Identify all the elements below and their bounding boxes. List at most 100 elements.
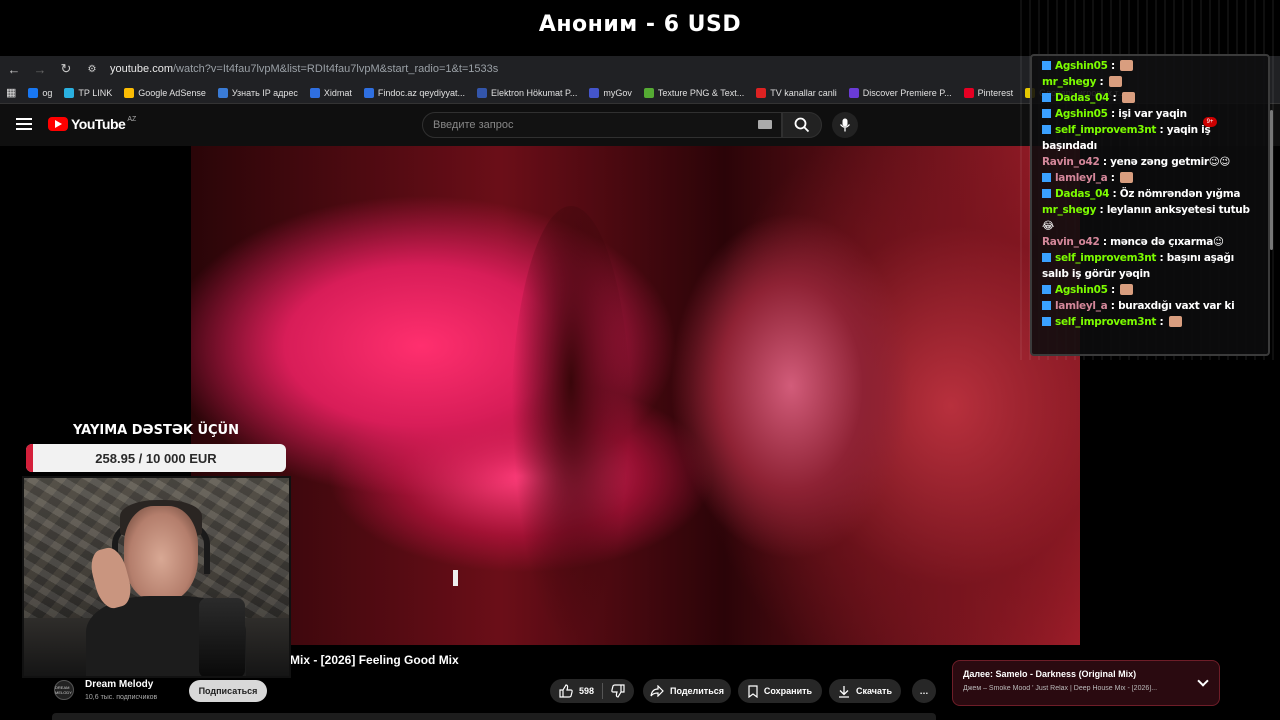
chat-scrollbar[interactable] — [1270, 110, 1273, 250]
chat-username[interactable]: lamleyl_a — [1055, 300, 1108, 312]
youtube-logo[interactable]: YouTube AZ — [48, 116, 136, 132]
url-path: /watch?v=It4fau7lvpM&list=RDIt4fau7lvpM&… — [172, 63, 499, 75]
bookmark-label: Findoc.az qeydiyyat... — [377, 87, 465, 98]
save-label: Сохранить — [763, 686, 813, 696]
chat-username[interactable]: Agshin05 — [1055, 60, 1108, 72]
bookmark-favicon-icon — [64, 87, 75, 98]
bookmark-favicon-icon — [643, 87, 654, 98]
youtube-wordmark: YouTube — [71, 116, 126, 132]
chat-separator: : — [1107, 284, 1119, 296]
chat-username[interactable]: Ravin_o42 — [1042, 156, 1100, 168]
subscribe-button[interactable]: Подписаться — [189, 680, 267, 702]
chat-separator: : — [1156, 252, 1167, 264]
chat-username[interactable]: Dadas_04 — [1055, 188, 1109, 200]
chat-badge-icon — [1042, 173, 1051, 182]
download-button[interactable]: Скачать — [829, 679, 901, 703]
back-icon[interactable]: ← — [2, 57, 26, 81]
up-next-subtitle: Джем – Smoke Mood ' Just Relax | Deep Ho… — [963, 685, 1158, 692]
chat-message: mr_shegy : — [1042, 74, 1268, 90]
like-icon[interactable] — [559, 684, 573, 698]
donation-amount: 258.95 / 10 000 EUR — [95, 450, 217, 466]
bookmark-label: TV kanallar canli — [770, 87, 837, 98]
chat-username[interactable]: mr_shegy — [1042, 204, 1096, 216]
chat-username[interactable]: Dadas_04 — [1055, 92, 1109, 104]
chat-username[interactable]: self_improvem3nt — [1055, 124, 1156, 136]
bookmark-label: Texture PNG & Text... — [657, 87, 745, 98]
chat-separator: : — [1107, 108, 1119, 120]
search-input[interactable]: Введите запрос — [422, 112, 782, 138]
channel-avatar[interactable]: DREAM MELODY — [54, 680, 74, 700]
share-button[interactable]: Поделиться — [643, 679, 731, 703]
microphone-icon — [839, 118, 851, 132]
bookmark-item[interactable]: Узнать IP адрес — [217, 87, 298, 98]
more-actions-button[interactable]: … — [912, 679, 936, 703]
keyboard-icon[interactable] — [758, 120, 772, 129]
chat-separator: : — [1096, 76, 1107, 88]
bookmark-favicon-icon — [217, 87, 228, 98]
menu-icon[interactable] — [16, 118, 32, 130]
chat-badge-icon — [1042, 125, 1051, 134]
bookmark-item[interactable]: myGov — [589, 87, 632, 98]
forward-icon[interactable]: → — [28, 57, 52, 81]
bookmark-favicon-icon — [848, 87, 859, 98]
chat-separator: : — [1099, 156, 1111, 168]
site-info-icon[interactable]: ⚙ — [80, 57, 104, 81]
reload-icon[interactable]: ↻ — [54, 57, 78, 81]
chat-message: Agshin05 : — [1042, 282, 1268, 298]
bookmark-item[interactable]: Discover Premiere P... — [848, 87, 952, 98]
chat-separator: : — [1107, 172, 1119, 184]
url-domain: youtube.com — [110, 63, 173, 75]
chat-username[interactable]: lamleyl_a — [1055, 172, 1108, 184]
save-button[interactable]: Сохранить — [738, 679, 822, 703]
bookmark-item[interactable]: Pinterest — [963, 87, 1014, 98]
chat-badge-icon — [1042, 285, 1051, 294]
bookmark-label: Xidmat — [323, 87, 352, 98]
video-player[interactable] — [191, 146, 1080, 645]
bookmark-item[interactable]: Texture PNG & Text... — [643, 87, 745, 98]
channel-name[interactable]: Dream Melody — [85, 679, 153, 690]
chat-message: lamleyl_a : — [1042, 170, 1268, 186]
chat-emote-icon — [1168, 316, 1182, 327]
chat-separator: : — [1107, 60, 1119, 72]
bookmark-label: Pinterest — [977, 87, 1014, 98]
like-count[interactable]: 598 — [579, 686, 594, 696]
notification-badge[interactable]: 9+ — [1203, 117, 1217, 127]
up-next-card[interactable]: Далее: Samelo - Darkness (Original Mix) … — [952, 660, 1220, 706]
chat-username[interactable]: Agshin05 — [1055, 284, 1108, 296]
chat-message: lamleyl_a : buraxdığı vaxt var ki — [1042, 298, 1268, 314]
bookmark-item[interactable]: Google AdSense — [124, 87, 206, 98]
bookmark-item[interactable]: TV kanallar canli — [756, 87, 837, 98]
bookmark-favicon-icon — [589, 87, 600, 98]
chat-message: Agshin05 : işi var yaqin — [1042, 106, 1268, 122]
chat-message: self_improvem3nt : başını aşağı salıb iş… — [1042, 250, 1268, 282]
bookmark-item[interactable]: Elektron Hökumat P... — [476, 87, 577, 98]
chat-message: self_improvem3nt : yaqin iş başındadı — [1042, 122, 1268, 154]
bookmark-label: TP LINK — [78, 87, 113, 98]
chat-separator: : — [1156, 124, 1167, 136]
chat-username[interactable]: Ravin_o42 — [1042, 236, 1100, 248]
bookmark-item[interactable]: TP LINK — [64, 87, 113, 98]
bookmark-favicon-icon — [476, 87, 487, 98]
bookmark-item[interactable]: Findoc.az qeydiyyat... — [363, 87, 465, 98]
voice-search-button[interactable] — [832, 112, 858, 138]
bookmark-item[interactable]: og — [28, 87, 52, 98]
bookmark-item[interactable]: Xidmat — [309, 87, 352, 98]
chat-badge-icon — [1042, 109, 1051, 118]
chat-username[interactable]: mr_shegy — [1042, 76, 1096, 88]
chat-message: Ravin_o42 : məncə də çıxarma😉 — [1042, 234, 1268, 250]
chat-username[interactable]: self_improvem3nt — [1055, 252, 1156, 264]
chat-message: self_improvem3nt : — [1042, 314, 1268, 330]
chat-message: Dadas_04 : — [1042, 90, 1268, 106]
chat-badge-icon — [1042, 301, 1051, 310]
bookmark-favicon-icon — [363, 87, 374, 98]
chat-username[interactable]: Agshin05 — [1055, 108, 1108, 120]
address-bar[interactable]: youtube.com/watch?v=It4fau7lvpM&list=RDI… — [110, 63, 498, 75]
bookmark-favicon-icon — [963, 87, 974, 98]
dislike-icon[interactable] — [611, 684, 625, 698]
chat-badge-icon — [1042, 189, 1051, 198]
search-button[interactable] — [782, 112, 822, 138]
chat-separator: : — [1099, 236, 1111, 248]
chat-username[interactable]: self_improvem3nt — [1055, 316, 1156, 328]
youtube-play-icon — [48, 117, 68, 131]
apps-icon[interactable]: ▦ — [6, 86, 16, 99]
